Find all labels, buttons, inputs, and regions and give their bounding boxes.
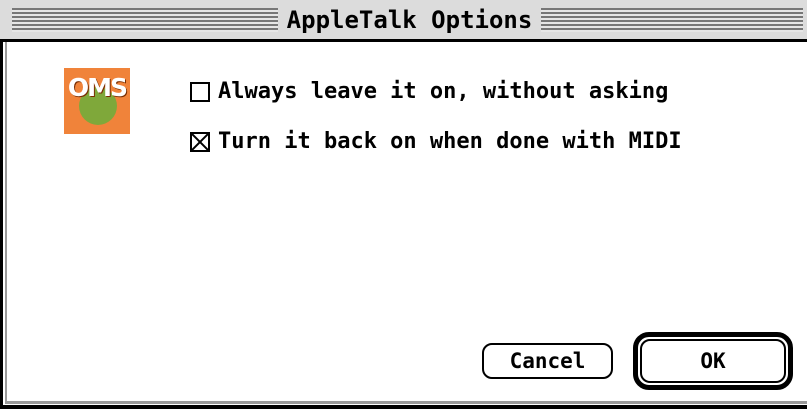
turn-back-on-option[interactable]: Turn it back on when done with MIDI xyxy=(190,127,682,157)
cancel-button[interactable]: Cancel xyxy=(482,343,613,379)
title-bar[interactable]: AppleTalk Options xyxy=(0,0,807,42)
window-frame-left xyxy=(0,42,3,409)
window-frame-left-shadow xyxy=(5,42,7,404)
always-leave-on-checkbox[interactable] xyxy=(190,82,210,102)
window-frame-bottom-shadow xyxy=(5,401,807,404)
checkbox-x-mark-icon xyxy=(192,134,208,150)
turn-back-on-label[interactable]: Turn it back on when done with MIDI xyxy=(218,127,682,157)
oms-icon: OMS xyxy=(64,68,130,134)
always-leave-on-option[interactable]: Always leave it on, without asking xyxy=(190,77,668,107)
always-leave-on-label[interactable]: Always leave it on, without asking xyxy=(218,77,668,107)
title-bar-stripes-left xyxy=(12,8,278,32)
appletalk-options-dialog: AppleTalk Options OMS Always leave it on… xyxy=(0,0,807,409)
oms-icon-text: OMS xyxy=(67,73,128,102)
turn-back-on-checkbox[interactable] xyxy=(190,132,210,152)
ok-button[interactable]: OK xyxy=(640,339,786,383)
window-frame-bottom xyxy=(0,405,807,409)
title-bar-stripes-right xyxy=(541,8,803,32)
window-title: AppleTalk Options xyxy=(286,6,533,34)
